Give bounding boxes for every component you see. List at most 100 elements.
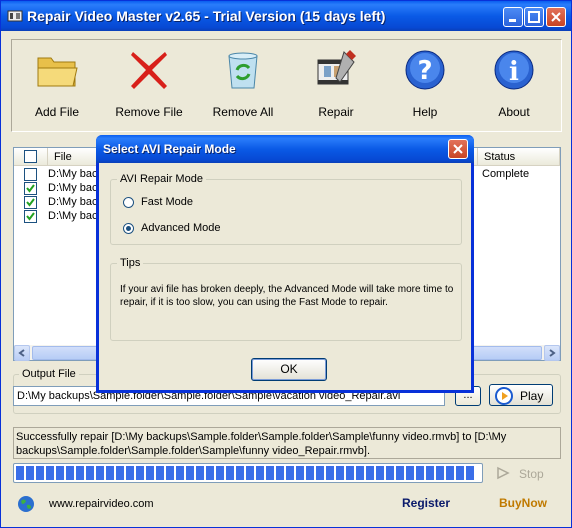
progress-segment [206,466,214,480]
progress-segment [326,466,334,480]
radio-selected-dot [126,226,131,231]
progress-segment [406,466,414,480]
repair-button[interactable]: Repair [294,44,378,126]
progress-segment [366,466,374,480]
scroll-right-button[interactable] [544,345,560,361]
globe-icon [18,496,34,512]
dialog-close-button[interactable] [448,139,468,159]
repair-tools-icon [317,50,356,85]
fast-mode-radio[interactable] [123,197,134,208]
stop-button[interactable]: Stop [489,463,553,485]
progress-segment [76,466,84,480]
svg-text:?: ? [417,56,432,86]
maximize-button[interactable] [524,7,544,27]
progress-segment [426,466,434,480]
ok-button[interactable]: OK [251,358,327,381]
title-bar[interactable]: Repair Video Master v2.65 - Trial Versio… [1,1,571,31]
register-link[interactable]: Register [402,496,450,510]
close-button[interactable] [546,7,566,27]
maximize-icon [528,11,540,23]
remove-all-button[interactable]: Remove All [201,44,285,126]
remove-file-label: Remove File [115,105,183,119]
play-icon [495,387,513,405]
row-checkbox[interactable] [24,168,37,181]
repair-mode-dialog: Select AVI Repair Mode AVI Repair Mode F… [96,135,474,393]
progress-segment [36,466,44,480]
checkmark-icon [26,198,35,207]
repair-mode-group [110,179,462,245]
close-icon [551,12,561,22]
progress-segment [126,466,134,480]
toolbar: Add File Remove File Remove All Repair ?… [11,39,562,132]
status-log: Successfully repair [D:\My backups\Sampl… [13,427,561,459]
help-label: Help [412,105,438,119]
progress-segment [456,466,464,480]
tips-group-label: Tips [117,257,144,269]
folder-icon [37,57,78,87]
app-icon [7,10,23,22]
fast-mode-label[interactable]: Fast Mode [141,196,193,208]
progress-segment [446,466,454,480]
checkmark-icon [26,184,35,193]
row-checkbox[interactable] [24,182,37,195]
progress-segment [136,466,144,480]
progress-segment [96,466,104,480]
select-all-checkbox[interactable] [24,150,37,163]
progress-fill [16,466,474,480]
progress-segment [276,466,284,480]
progress-segment [226,466,234,480]
help-icon: ? [405,50,445,90]
progress-segment [246,466,254,480]
progress-segment [166,466,174,480]
progress-segment [46,466,54,480]
file-status: Complete [482,168,530,180]
progress-segment [346,466,354,480]
progress-segment [116,466,124,480]
scroll-left-button[interactable] [14,345,30,361]
repair-mode-group-label: AVI Repair Mode [117,173,206,185]
advanced-mode-radio[interactable] [123,223,134,234]
row-checkbox[interactable] [24,196,37,209]
progress-segment [336,466,344,480]
play-label: Play [520,389,544,403]
svg-text:i: i [509,57,519,87]
remove-file-button[interactable]: Remove File [107,44,191,126]
column-status[interactable]: Status [478,148,560,166]
buynow-link[interactable]: BuyNow [499,496,547,510]
progress-segment [196,466,204,480]
add-file-button[interactable]: Add File [15,44,99,126]
about-label: About [498,105,530,119]
remove-all-label: Remove All [212,105,274,119]
close-icon [453,144,463,154]
select-all-column[interactable] [14,148,48,166]
progress-segment [306,466,314,480]
row-checkbox[interactable] [24,210,37,223]
progress-segment [56,466,64,480]
progress-segment [356,466,364,480]
progress-segment [286,466,294,480]
advanced-mode-label[interactable]: Advanced Mode [141,222,221,234]
help-button[interactable]: ? Help [383,44,467,126]
progress-segment [256,466,264,480]
progress-segment [26,466,34,480]
checkmark-icon [26,212,35,221]
play-button[interactable]: Play [489,384,553,406]
recycle-bin-icon [228,52,258,89]
progress-segment [386,466,394,480]
dialog-title-bar[interactable]: Select AVI Repair Mode [96,135,474,163]
progress-bar [13,463,483,483]
about-button[interactable]: i About [472,44,556,126]
progress-segment [436,466,444,480]
progress-segment [296,466,304,480]
website-link[interactable]: www.repairvideo.com [49,498,154,510]
arrow-right-icon [549,349,556,357]
info-icon: i [494,50,534,90]
minimize-button[interactable] [503,7,523,27]
progress-segment [466,466,474,480]
repair-label: Repair [318,105,354,119]
progress-segment [416,466,424,480]
progress-segment [376,466,384,480]
progress-segment [266,466,274,480]
progress-segment [236,466,244,480]
minimize-icon [509,19,516,22]
